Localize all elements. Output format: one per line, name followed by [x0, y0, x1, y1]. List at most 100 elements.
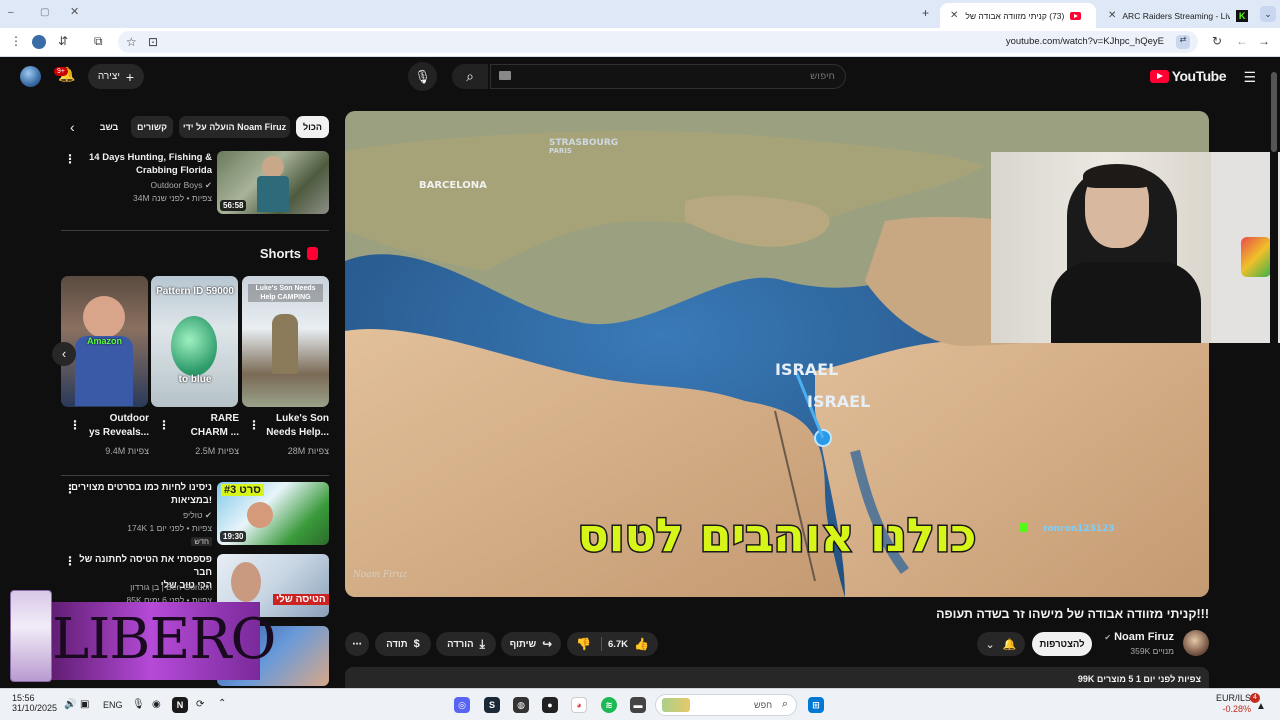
title-line: CHARM ...: [190, 427, 239, 438]
show-hidden-icons[interactable]: ⌃: [218, 698, 226, 709]
notification-settings-button[interactable]: ⌄ 🔔: [977, 632, 1025, 656]
forward-icon[interactable]: ←: [1236, 34, 1248, 48]
obs-icon[interactable]: ●: [542, 697, 558, 713]
views-age: 174K צפיות • לפני יום 1: [127, 523, 212, 533]
subscribe-button[interactable]: להצטרפות: [1032, 632, 1092, 656]
profile-icon[interactable]: [32, 35, 46, 49]
search-input[interactable]: [505, 65, 845, 88]
thumb-person-body: [257, 176, 289, 212]
create-button[interactable]: יצירה +: [88, 64, 144, 89]
more-options-icon[interactable]: ⋮: [69, 418, 81, 432]
short-thumbnail[interactable]: Pattern ID 59000 to blue: [151, 276, 238, 407]
tab-title: ARC Raiders Streaming - Live S: [1122, 10, 1231, 21]
youtube-logo[interactable]: YouTube: [1149, 68, 1227, 84]
restore-icon[interactable]: ▢: [40, 7, 49, 18]
channel-name[interactable]: Outdoor Boys: [151, 180, 203, 190]
chip-uploaded-by[interactable]: הועלה על ידי Noam Firuz: [179, 116, 290, 138]
chip-related[interactable]: קשורים: [131, 116, 173, 138]
bookmark-star-icon[interactable]: ☆: [126, 35, 137, 49]
chip-all[interactable]: הכול: [296, 116, 329, 138]
page-scrollbar[interactable]: [1270, 60, 1278, 686]
share-button[interactable]: שיתוף ↪: [501, 632, 561, 656]
language-indicator[interactable]: ENG: [103, 700, 123, 710]
omnibox[interactable]: ☆ ⊡ youtube.com/watch?v=KJhpc_hQeyE ⇄: [118, 31, 1198, 53]
tab-search-icon[interactable]: ⌄: [1260, 6, 1276, 22]
extensions-icon[interactable]: ⧉: [94, 34, 103, 49]
channel-name[interactable]: טוליפ: [183, 510, 202, 520]
close-tab-icon[interactable]: ✕: [1108, 10, 1116, 21]
download-button[interactable]: הורדה ⤓: [436, 632, 496, 656]
tab-kick[interactable]: ✕ ARC Raiders Streaming - Live S K: [1098, 3, 1258, 28]
more-options-icon[interactable]: ⋮: [64, 554, 76, 568]
video-thumbnail[interactable]: סרט #3 19:30: [217, 482, 329, 545]
spotify-icon[interactable]: ≋: [601, 697, 617, 713]
short-thumbnail[interactable]: Luke's Son Needs Help CAMPING: [242, 276, 329, 407]
short-title[interactable]: Luke's Son Needs Help...: [259, 412, 329, 440]
cast-icon[interactable]: ⊡: [148, 35, 158, 49]
display-icon[interactable]: ▣: [80, 699, 89, 710]
discord-icon[interactable]: ◎: [454, 697, 470, 713]
more-actions-button[interactable]: ⋯: [345, 632, 369, 656]
windows-start-icon[interactable]: ⊞: [808, 697, 824, 713]
more-options-icon[interactable]: ⋮: [248, 418, 260, 432]
chip-scroll-arrow-icon[interactable]: ‹: [70, 119, 75, 135]
file-explorer-icon[interactable]: ▬: [630, 697, 646, 713]
sync-icon[interactable]: ⟳: [196, 699, 204, 710]
search-box[interactable]: [490, 64, 846, 89]
scrollbar-thumb[interactable]: [1271, 72, 1277, 152]
url-text[interactable]: youtube.com/watch?v=KJhpc_hQeyE: [1006, 36, 1164, 47]
chrome-icon[interactable]: ◕: [571, 697, 587, 713]
close-window-icon[interactable]: ✕: [70, 5, 79, 18]
video-title: קניתי מזוודה אבודה של מישהו זר בשדה תעופ…: [936, 607, 1209, 621]
like-icon[interactable]: 👍: [634, 637, 649, 651]
short-thumbnail[interactable]: Amazon: [61, 276, 148, 407]
subtitle-caption: כולנו אוהבים לטוס: [578, 508, 977, 562]
account-avatar[interactable]: [20, 66, 41, 87]
more-options-icon[interactable]: ⋮: [158, 418, 170, 432]
shorts-prev-button[interactable]: ‹: [52, 342, 76, 366]
close-tab-icon[interactable]: ✕: [950, 10, 958, 21]
network-icon[interactable]: ◉: [152, 699, 161, 710]
steam-icon[interactable]: S: [484, 697, 500, 713]
minimize-icon[interactable]: –: [8, 7, 14, 18]
title-line: ys Reveals...: [88, 427, 149, 438]
thanks-button[interactable]: תודה $: [375, 632, 431, 656]
site-info-icon[interactable]: ⇄: [1176, 35, 1190, 49]
taskbar-search[interactable]: ⌕ חפש: [655, 694, 797, 716]
keyboard-icon[interactable]: [499, 71, 511, 80]
tab-youtube[interactable]: ✕ (73) קניתי מזוודה אבודה של מישו: [940, 3, 1096, 28]
map-label: ISRAEL: [807, 392, 870, 411]
thumb-overlay-text: סרט #3: [221, 484, 264, 496]
video-title[interactable]: ניסינו לחיות כמו בסרטים מצוירים במציאות!: [62, 481, 212, 507]
notion-icon[interactable]: N: [172, 697, 188, 713]
channel-avatar[interactable]: [1183, 630, 1209, 656]
clock[interactable]: 15:56 31/10/2025: [12, 693, 57, 713]
dislike-button[interactable]: 👎: [576, 637, 602, 651]
search-highlight-image: [662, 698, 690, 712]
short-title[interactable]: RARE CHARM ...: [169, 412, 239, 440]
like-count[interactable]: 6.7K: [608, 639, 628, 650]
menu-dots-icon[interactable]: ⋮: [10, 34, 22, 48]
chip-partial[interactable]: בשב: [92, 116, 126, 138]
verified-icon: ✔: [204, 180, 212, 190]
widgets-icon[interactable]: ▲: [1256, 701, 1266, 712]
tab-strip-icon[interactable]: ⇵: [58, 34, 68, 48]
back-icon[interactable]: →: [1258, 34, 1270, 48]
video-title[interactable]: 14 Days Hunting, Fishing & Crabbing Flor…: [72, 151, 212, 177]
more-options-icon[interactable]: ⋮: [64, 152, 76, 166]
gamepad-app-icon[interactable]: ◍: [513, 697, 529, 713]
mic-tray-icon[interactable]: 🎙: [132, 699, 145, 710]
stock-widget[interactable]: EUR/ILS -0.28%: [1216, 693, 1251, 715]
new-tab-icon[interactable]: +: [922, 6, 929, 20]
voice-search-button[interactable]: 🎙: [408, 62, 437, 91]
short-title[interactable]: Outdoor ys Reveals...: [79, 412, 149, 440]
volume-icon[interactable]: 🔊: [64, 699, 76, 710]
reload-icon[interactable]: ↻: [1212, 34, 1222, 48]
video-thumbnail[interactable]: 56:58: [217, 151, 329, 214]
hamburger-menu-icon[interactable]: ☰: [1243, 69, 1256, 86]
search-button[interactable]: ⌕: [452, 64, 488, 89]
channel-name-row[interactable]: ✔ Noam Firuz: [1104, 631, 1174, 643]
thumb-person: [272, 314, 298, 374]
more-options-icon[interactable]: ⋮: [64, 482, 76, 496]
new-badge: חדש: [191, 537, 212, 546]
